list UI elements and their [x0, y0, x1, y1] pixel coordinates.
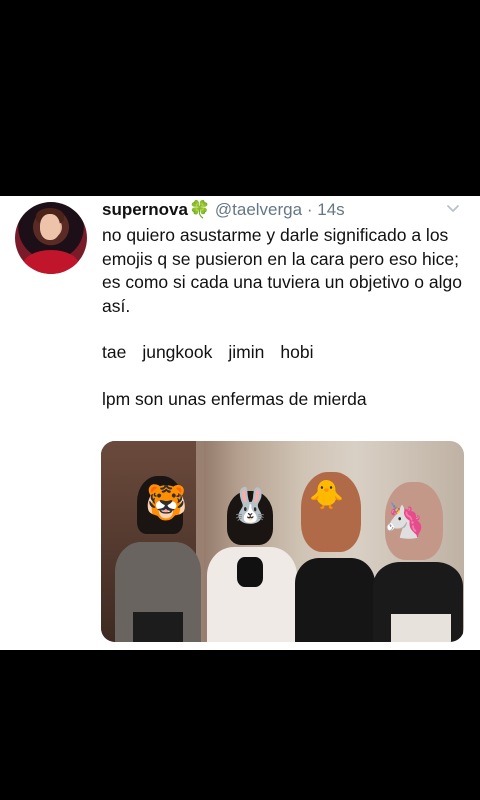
- unicorn-emoji: 🦄: [383, 501, 426, 541]
- display-name[interactable]: supernova: [102, 200, 188, 219]
- tweet-photo[interactable]: 🐯 🐰 🐥 🦄: [101, 441, 464, 642]
- chevron-down-icon[interactable]: [446, 202, 460, 216]
- tiger-emoji: 🐯: [145, 483, 188, 523]
- tweet-timestamp[interactable]: 14s: [317, 200, 344, 219]
- user-handle[interactable]: @taelverga: [215, 200, 302, 219]
- clover-emoji: 🍀: [188, 200, 211, 219]
- name-item: hobi: [280, 342, 314, 362]
- avatar-shirt: [23, 250, 79, 274]
- closing-text: lpm son unas enfermas de mierda: [102, 388, 367, 409]
- chick-emoji: 🐥: [309, 478, 344, 511]
- separator-dot: ·: [306, 200, 313, 219]
- tweet-body: no quiero asustarme y darle significado …: [102, 224, 472, 411]
- tweet-paragraph: no quiero asustarme y darle significado …: [102, 225, 462, 316]
- name-item: tae: [102, 342, 127, 362]
- name-item: jungkook: [142, 342, 213, 362]
- names-line: tae jungkook jimin hobi: [102, 341, 472, 365]
- bottom-black-area: [0, 650, 480, 800]
- avatar-face: [40, 214, 60, 240]
- rabbit-emoji: 🐰: [229, 486, 272, 526]
- tweet-card[interactable]: supernova🍀 @taelverga · 14s no quiero as…: [0, 196, 480, 650]
- tweet-header: supernova🍀 @taelverga · 14s: [102, 200, 345, 220]
- name-item: jimin: [228, 342, 265, 362]
- user-avatar[interactable]: [15, 202, 87, 274]
